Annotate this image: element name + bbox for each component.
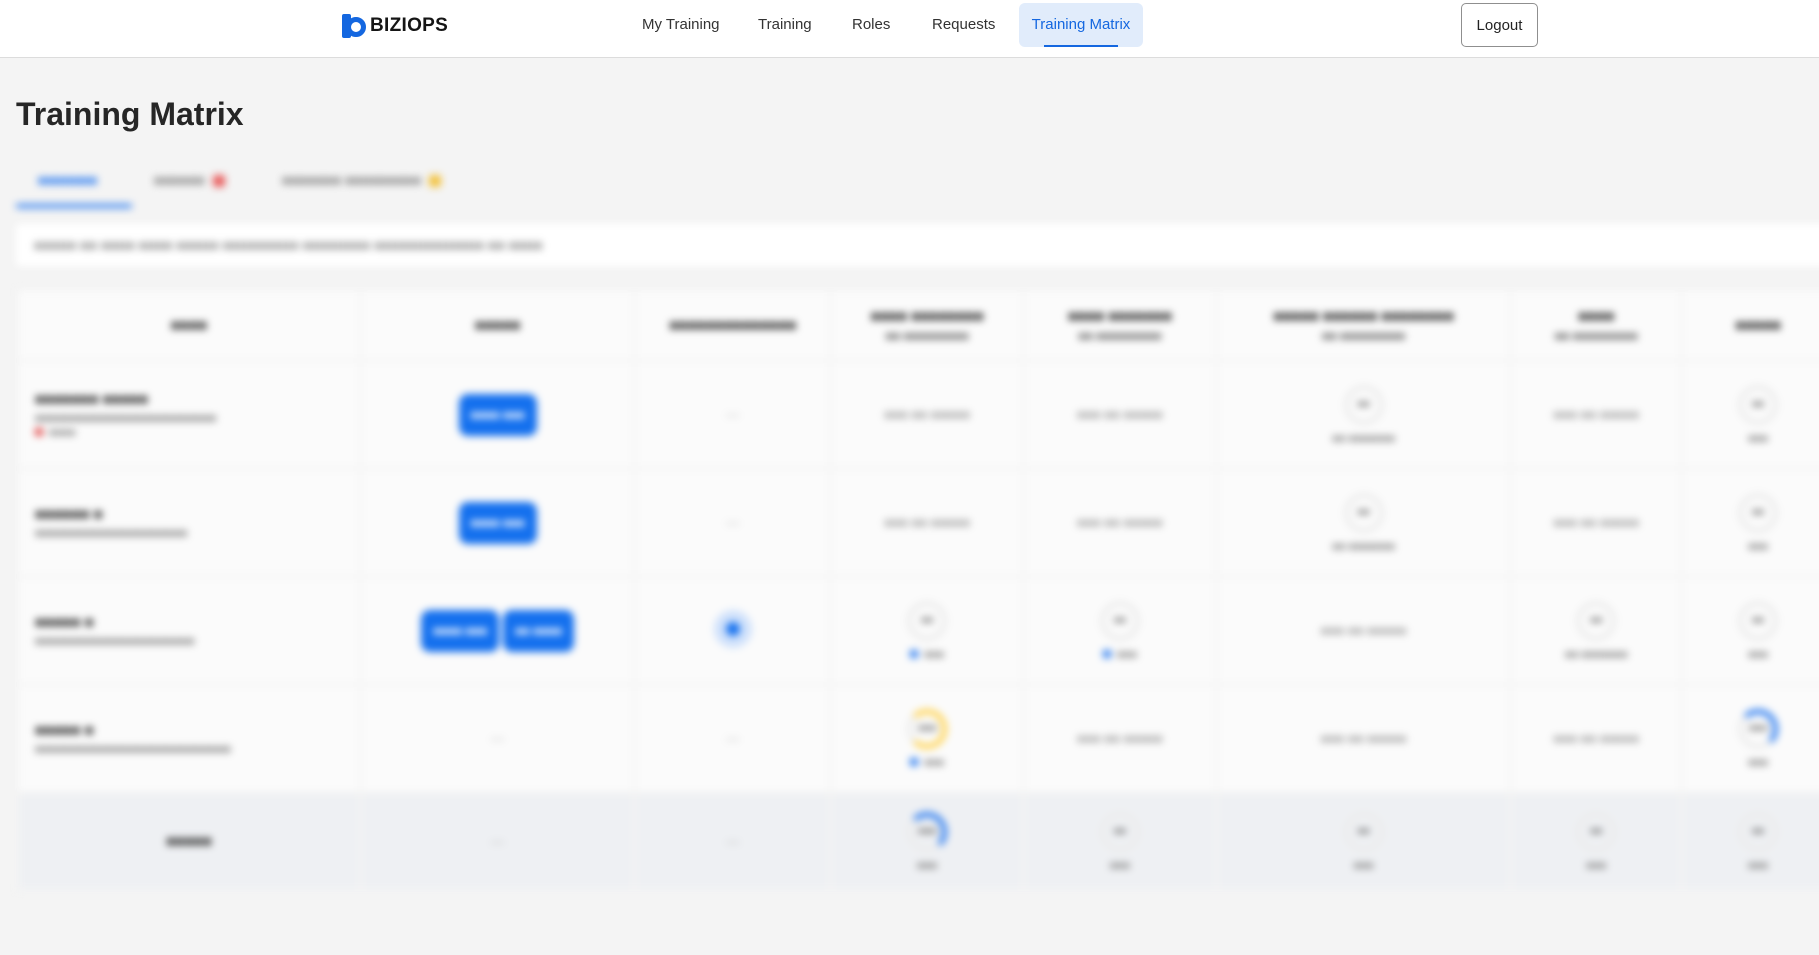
table-row-total: ■■■■■ — — ■■■ ■■■ ■■ ■■■ ■■ ■■■ ■■ ■■■ ■■ ■■■ [19, 794, 1819, 889]
table-row[interactable]: ■■■■■■ ■ ■■■■■■■■■■■■■■■■■■■■■ ■■■■ ■■■ —… [19, 470, 1819, 575]
column-header: ■■■■■ [1683, 291, 1819, 359]
nav-item-my-training[interactable]: My Training [642, 3, 720, 47]
column-header: ■■■■■ ■■■■■■ ■■■■■■■■ ■■ ■■■■■■■■■ [1217, 291, 1510, 359]
table-row[interactable]: ■■■■■ ■ ■■■■■■■■■■■■■■■■■■■■■■ ■■■■ ■■■ ■■… [19, 578, 1819, 683]
nav-item-roles[interactable]: Roles [852, 3, 890, 47]
nav-item-requests[interactable]: Requests [932, 3, 995, 47]
page-title: Training Matrix [16, 96, 244, 132]
column-header: ■■■■ ■■ ■■■■■■■■■ [1512, 291, 1681, 359]
active-tab-indicator [1044, 45, 1118, 47]
column-header: ■■■■ [19, 291, 359, 359]
logout-button[interactable]: Logout [1461, 3, 1538, 47]
logo-icon [342, 14, 366, 38]
logo-text: BIZIOPS [370, 15, 449, 36]
training-matrix-table: ■■■■ ■■■■■ ■■■■■■■■■■■■■■ ■■■■ ■■■■■■■■ ■… [16, 288, 1819, 943]
table-row[interactable]: ■■■■■■■ ■■■■■ ■■■■■■■■■■■■■■■■■■■■■■■■■ ■■… [19, 362, 1819, 467]
top-navbar: BIZIOPS My Training Training Roles Reque… [0, 0, 1819, 58]
tab-blurred-1[interactable]: ■■■■■■■ [38, 172, 97, 188]
logo[interactable]: BIZIOPS [342, 12, 448, 40]
nav-item-training-matrix[interactable]: Training Matrix [1019, 3, 1143, 47]
tab-blurred-2[interactable]: ■■■■■■ [154, 172, 225, 188]
nav-item-training-matrix-label: Training Matrix [1031, 16, 1131, 33]
matrix-tabs: ■■■■■■■ ■■■■■■ ■■■■■■■ ■■■■■■■■■ [16, 162, 456, 212]
table-row[interactable]: ■■■■■ ■ ■■■■■■■■■■■■■■■■■■■■■■■■■■■ — — ■… [19, 686, 1819, 791]
nav-item-training[interactable]: Training [758, 3, 812, 47]
tab-indicator [16, 204, 132, 208]
tab-blurred-3[interactable]: ■■■■■■■ ■■■■■■■■■ [282, 172, 442, 188]
search-input[interactable]: ■■■■■ ■■ ■■■■ ■■■■ ■■■■■ ■■■■■■■■■ ■■■■■… [16, 224, 1819, 266]
column-header: ■■■■ ■■■■■■■■ ■■ ■■■■■■■■■ [832, 291, 1022, 359]
column-header: ■■■■■■■■■■■■■■ [636, 291, 830, 359]
column-header: ■■■■ ■■■■■■■ ■■ ■■■■■■■■■ [1025, 291, 1215, 359]
column-header: ■■■■■ [361, 291, 634, 359]
